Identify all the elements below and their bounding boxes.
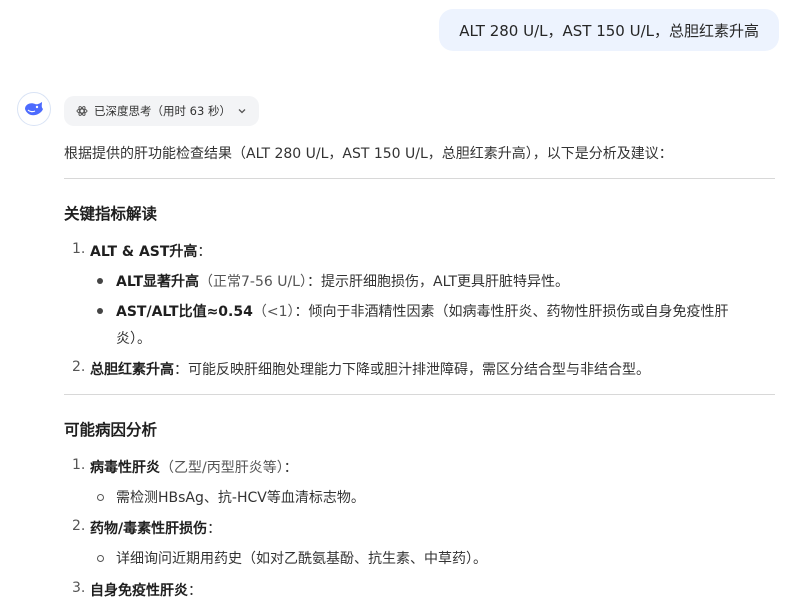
list-item-suffix: ： [188, 583, 202, 599]
sub-item-title: AST/ALT比值≈0.54 [116, 304, 253, 320]
list-number: 3. [72, 580, 86, 596]
sub-list-item: 详细询问近期用药史（如对乙酰氨基酚、抗生素、中草药）。 [116, 551, 487, 567]
divider [64, 178, 775, 179]
sub-item-note: （正常7-56 U/L） [199, 274, 307, 290]
user-message-bubble: ALT 280 U/L，AST 150 U/L，总胆红素升高 [439, 9, 779, 51]
thinking-label: 已深度思考（用时 63 秒） [94, 104, 231, 118]
section-heading-possible-causes: 可能病因分析 [64, 421, 158, 439]
list-item-title: ALT & AST升高 [90, 244, 198, 260]
user-message-text: ALT 280 U/L，AST 150 U/L，总胆红素升高 [459, 21, 759, 40]
sub-list-item: ALT显著升高（正常7-56 U/L）：提示肝细胞损伤，ALT更具肝脏特异性。 [116, 271, 569, 291]
assistant-avatar [17, 92, 51, 126]
list-number: 2. [72, 359, 86, 375]
list-item: 总胆红素升高：可能反映肝细胞处理能力下降或胆汁排泄障碍，需区分结合型与非结合型。 [90, 359, 650, 379]
sub-item-text: ：提示肝细胞损伤，ALT更具肝脏特异性。 [307, 274, 569, 290]
list-item-title: 自身免疫性肝炎 [90, 583, 188, 599]
list-item-title: 总胆红素升高 [90, 362, 174, 378]
list-number: 2. [72, 518, 86, 534]
chevron-down-icon [238, 109, 246, 114]
list-item: ALT & AST升高： [90, 241, 211, 261]
list-item-suffix: ： [207, 521, 222, 537]
list-item-suffix: ：可能反映肝细胞处理能力下降或胆汁排泄障碍，需区分结合型与非结合型。 [174, 362, 650, 378]
bullet [97, 308, 103, 314]
sub-item-note: （<1） [252, 304, 295, 320]
list-item: 自身免疫性肝炎： [90, 580, 202, 600]
thinking-toggle[interactable]: 已深度思考（用时 63 秒） [64, 96, 259, 126]
bullet [97, 494, 104, 501]
list-item-note: （乙型/丙型肝炎等） [160, 460, 284, 476]
intro-text: 根据提供的肝功能检查结果（ALT 280 U/L，AST 150 U/L，总胆红… [64, 146, 673, 162]
divider [64, 394, 775, 395]
list-item-suffix: ： [197, 244, 212, 260]
atom-icon [76, 106, 88, 116]
list-number: 1. [72, 241, 86, 257]
list-item: 药物/毒素性肝损伤： [90, 518, 221, 538]
bullet [97, 278, 103, 284]
list-item-suffix: ： [283, 460, 298, 476]
list-item-title: 药物/毒素性肝损伤 [90, 521, 208, 537]
section-heading-key-indicators: 关键指标解读 [64, 205, 158, 223]
sub-list-item-continuation: 炎）。 [116, 331, 151, 347]
sub-item-title: ALT显著升高 [116, 274, 199, 290]
bullet [97, 555, 104, 562]
whale-logo-icon [25, 102, 43, 116]
list-item: 病毒性肝炎（乙型/丙型肝炎等）： [90, 457, 298, 477]
list-number: 1. [72, 457, 86, 473]
sub-item-text: ：倾向于非酒精性因素（如病毒性肝炎、药物性肝损伤或自身免疫性肝 [294, 304, 729, 320]
list-item-title: 病毒性肝炎 [90, 460, 160, 476]
sub-list-item: AST/ALT比值≈0.54（<1）：倾向于非酒精性因素（如病毒性肝炎、药物性肝… [116, 301, 728, 321]
sub-list-item: 需检测HBsAg、抗-HCV等血清标志物。 [116, 490, 365, 506]
